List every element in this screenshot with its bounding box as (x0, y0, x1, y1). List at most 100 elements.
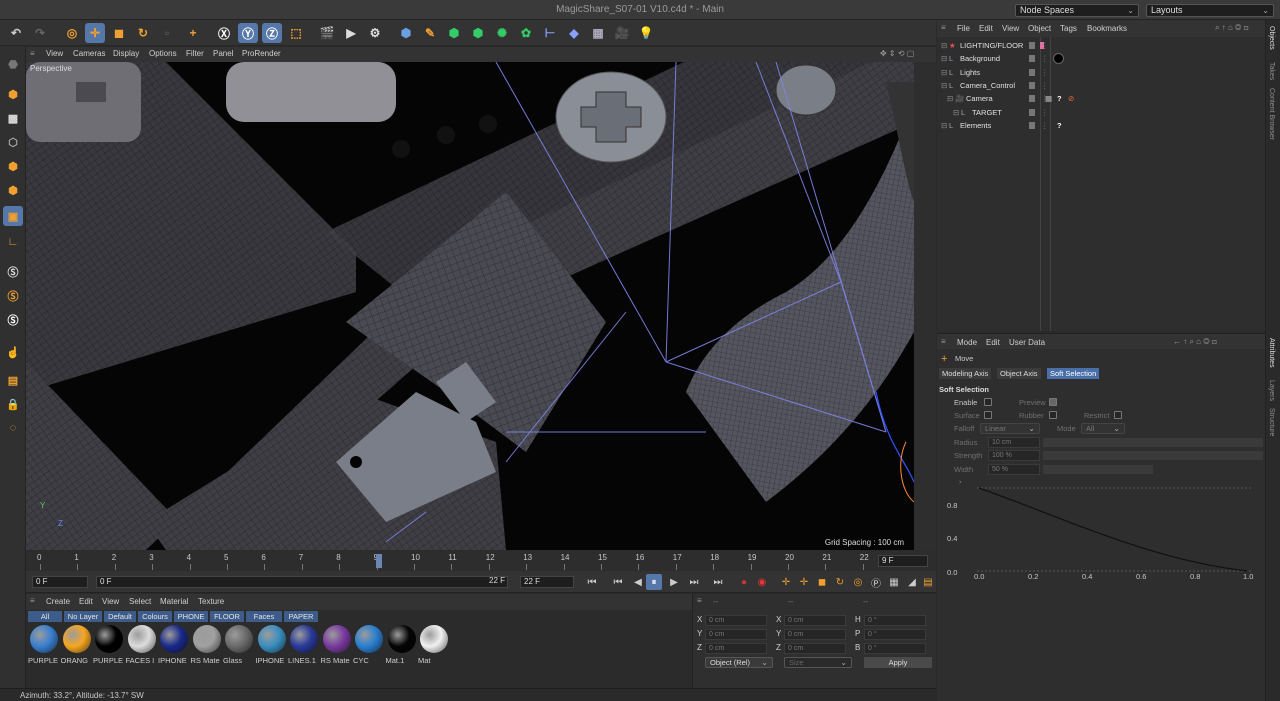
object-menu-icon[interactable]: ≡ (941, 23, 946, 32)
material-swatch[interactable]: IPHONE (158, 625, 190, 665)
menu-view[interactable]: View (1002, 24, 1019, 33)
camera-icon[interactable]: 🎥 (612, 23, 632, 43)
object-row[interactable]: ⊟ L Elements ⋮? (937, 119, 1265, 132)
go-to-start-icon[interactable]: ⏮ (584, 574, 600, 590)
menu-create[interactable]: Create (46, 597, 70, 606)
tab-object-axis[interactable]: Object Axis (997, 368, 1041, 379)
layer-swatch[interactable] (1029, 42, 1035, 49)
render-settings-icon[interactable]: ⚙ (365, 23, 385, 43)
unknown-tag-icon[interactable]: ? (1057, 121, 1062, 130)
object-name[interactable]: Elements (960, 121, 991, 130)
texture-mode-icon[interactable]: ▩ (3, 108, 23, 128)
rotation-p-field[interactable]: 0 ° (864, 629, 926, 640)
expand-toggle-icon[interactable]: ⊟ (941, 41, 947, 50)
tab-floor[interactable]: FLOOR (210, 611, 244, 622)
object-name[interactable]: TARGET (972, 108, 1002, 117)
object-name[interactable]: Background (960, 54, 1000, 63)
object-row[interactable]: ⊟ L TARGET ⋮ (937, 106, 1265, 119)
enable-checkbox[interactable] (984, 398, 992, 406)
rotation-h-field[interactable]: 0 ° (864, 615, 926, 626)
next-key-icon[interactable]: ⏭ (686, 574, 702, 590)
menu-edit[interactable]: Edit (979, 24, 993, 33)
menu-edit[interactable]: Edit (986, 338, 1000, 347)
menu-filter[interactable]: Filter (186, 49, 204, 58)
size-z-field[interactable]: 0 cm (784, 643, 846, 654)
menu-cameras[interactable]: Cameras (73, 49, 105, 58)
menu-object[interactable]: Object (1028, 24, 1051, 33)
x-axis-lock-icon[interactable]: Ⓧ (214, 23, 234, 43)
cube-object-icon[interactable]: ⬢ (396, 23, 416, 43)
layer-swatch[interactable] (1029, 95, 1035, 103)
surface-checkbox[interactable] (984, 411, 992, 419)
tab-no-layer[interactable]: No Layer (64, 611, 102, 622)
object-name[interactable]: Camera_Control (960, 81, 1015, 90)
menu-tags[interactable]: Tags (1060, 24, 1077, 33)
width-slider[interactable] (1043, 465, 1153, 474)
key-position-icon[interactable]: ✛ (778, 574, 794, 590)
material-swatch[interactable]: RS Mate (321, 625, 353, 665)
pen-tool-icon[interactable]: ✎ (420, 23, 440, 43)
solo-icon[interactable]: ◌ (3, 418, 23, 438)
coord-mode-dropdown[interactable]: Object (Rel) ⌄ (705, 657, 773, 668)
object-row[interactable]: ⊟ L Lights ⋮ (937, 66, 1265, 79)
layouts-dropdown[interactable]: Layouts ⌄ (1146, 4, 1274, 17)
play-pause-icon[interactable]: ⏸ (646, 574, 662, 590)
z-axis-lock-icon[interactable]: Ⓩ (262, 23, 282, 43)
autokey-icon[interactable]: ◉ (754, 574, 770, 590)
tab-default[interactable]: Default (104, 611, 136, 622)
material-swatch[interactable]: PURPLE (28, 625, 60, 665)
object-name[interactable]: Camera (966, 94, 993, 103)
cloner-icon[interactable]: ✺ (492, 23, 512, 43)
start-frame-field[interactable]: 0 F (32, 576, 88, 588)
falloff-dropdown[interactable]: Linear ⌄ (980, 423, 1040, 434)
menu-prorender[interactable]: ProRender (242, 49, 281, 58)
previous-frame-icon[interactable]: ◀ (630, 574, 646, 590)
coord-size-dropdown[interactable]: Size ⌄ (784, 657, 852, 668)
rotate-tool-icon[interactable]: ↻ (133, 23, 153, 43)
menu-edit[interactable]: Edit (79, 597, 93, 606)
radius-slider[interactable] (1043, 438, 1263, 447)
position-z-field[interactable]: 0 cm (705, 643, 767, 654)
model-mode-icon[interactable]: ⬢ (3, 84, 23, 104)
expand-toggle-icon[interactable]: ⊟ (953, 108, 959, 117)
menu-view[interactable]: View (102, 597, 119, 606)
field-icon[interactable]: ◆ (564, 23, 584, 43)
layer-swatch[interactable] (1029, 55, 1035, 63)
previous-key-icon[interactable]: ⏮ (610, 574, 626, 590)
timeline-playhead[interactable] (376, 554, 382, 568)
next-frame-icon[interactable]: ▶ (666, 574, 682, 590)
key-pla-icon[interactable]: Ⓟ (868, 574, 884, 590)
uv-mode-icon[interactable]: ∟ (3, 232, 23, 252)
subdivision-icon[interactable]: ⬢ (444, 23, 464, 43)
current-frame-field[interactable]: 9 F (878, 555, 928, 567)
material-swatch[interactable]: Glass (223, 625, 255, 665)
side-tab-takes[interactable]: Takes (1268, 62, 1275, 80)
coordinate-system-icon[interactable]: ⬚ (286, 23, 306, 43)
position-x-field[interactable]: 0 cm (705, 615, 767, 626)
lock-icon[interactable]: 🔒 (3, 394, 23, 414)
expand-toggle-icon[interactable]: ⊟ (941, 81, 947, 90)
coords-menu-icon[interactable]: ≡ (697, 596, 702, 605)
key-scale-icon[interactable]: ◼ (814, 574, 830, 590)
visibility-dots-icon[interactable]: ⋮ (1041, 68, 1049, 77)
edges-mode-icon[interactable]: ⬢ (3, 180, 23, 200)
material-swatch[interactable]: IPHONE (256, 625, 288, 665)
3d-viewport[interactable]: Y Z Perspective Grid Spacing : 100 cm (26, 62, 914, 550)
object-row[interactable]: ⊟ 🎥 Camera ⋮ ▦? ⊘ (937, 92, 1265, 105)
polygons-mode-icon[interactable]: ▣ (3, 206, 23, 226)
expand-toggle-icon[interactable]: ⊟ (941, 54, 947, 63)
key-param-icon[interactable]: ◎ (850, 574, 866, 590)
rubber-checkbox[interactable] (1049, 411, 1057, 419)
expand-toggle-icon[interactable]: ⊟ (947, 94, 953, 103)
object-row[interactable]: ⊟ L Background ⋮ (937, 52, 1265, 65)
move-tool-icon[interactable]: ✛ (85, 23, 105, 43)
y-axis-lock-icon[interactable]: Ⓨ (238, 23, 258, 43)
undo-icon[interactable]: ↶ (6, 23, 26, 43)
menu-view[interactable]: View (46, 49, 63, 58)
workplane-icon[interactable]: ⬡ (3, 132, 23, 152)
material-swatch[interactable]: PURPLE (93, 625, 125, 665)
object-row[interactable]: ⊟ L Camera_Control ⋮ (937, 79, 1265, 92)
preview-max-field[interactable]: 22 F (486, 576, 508, 588)
layer-swatch[interactable] (1029, 68, 1035, 76)
tab-soft-selection[interactable]: Soft Selection (1047, 368, 1100, 379)
